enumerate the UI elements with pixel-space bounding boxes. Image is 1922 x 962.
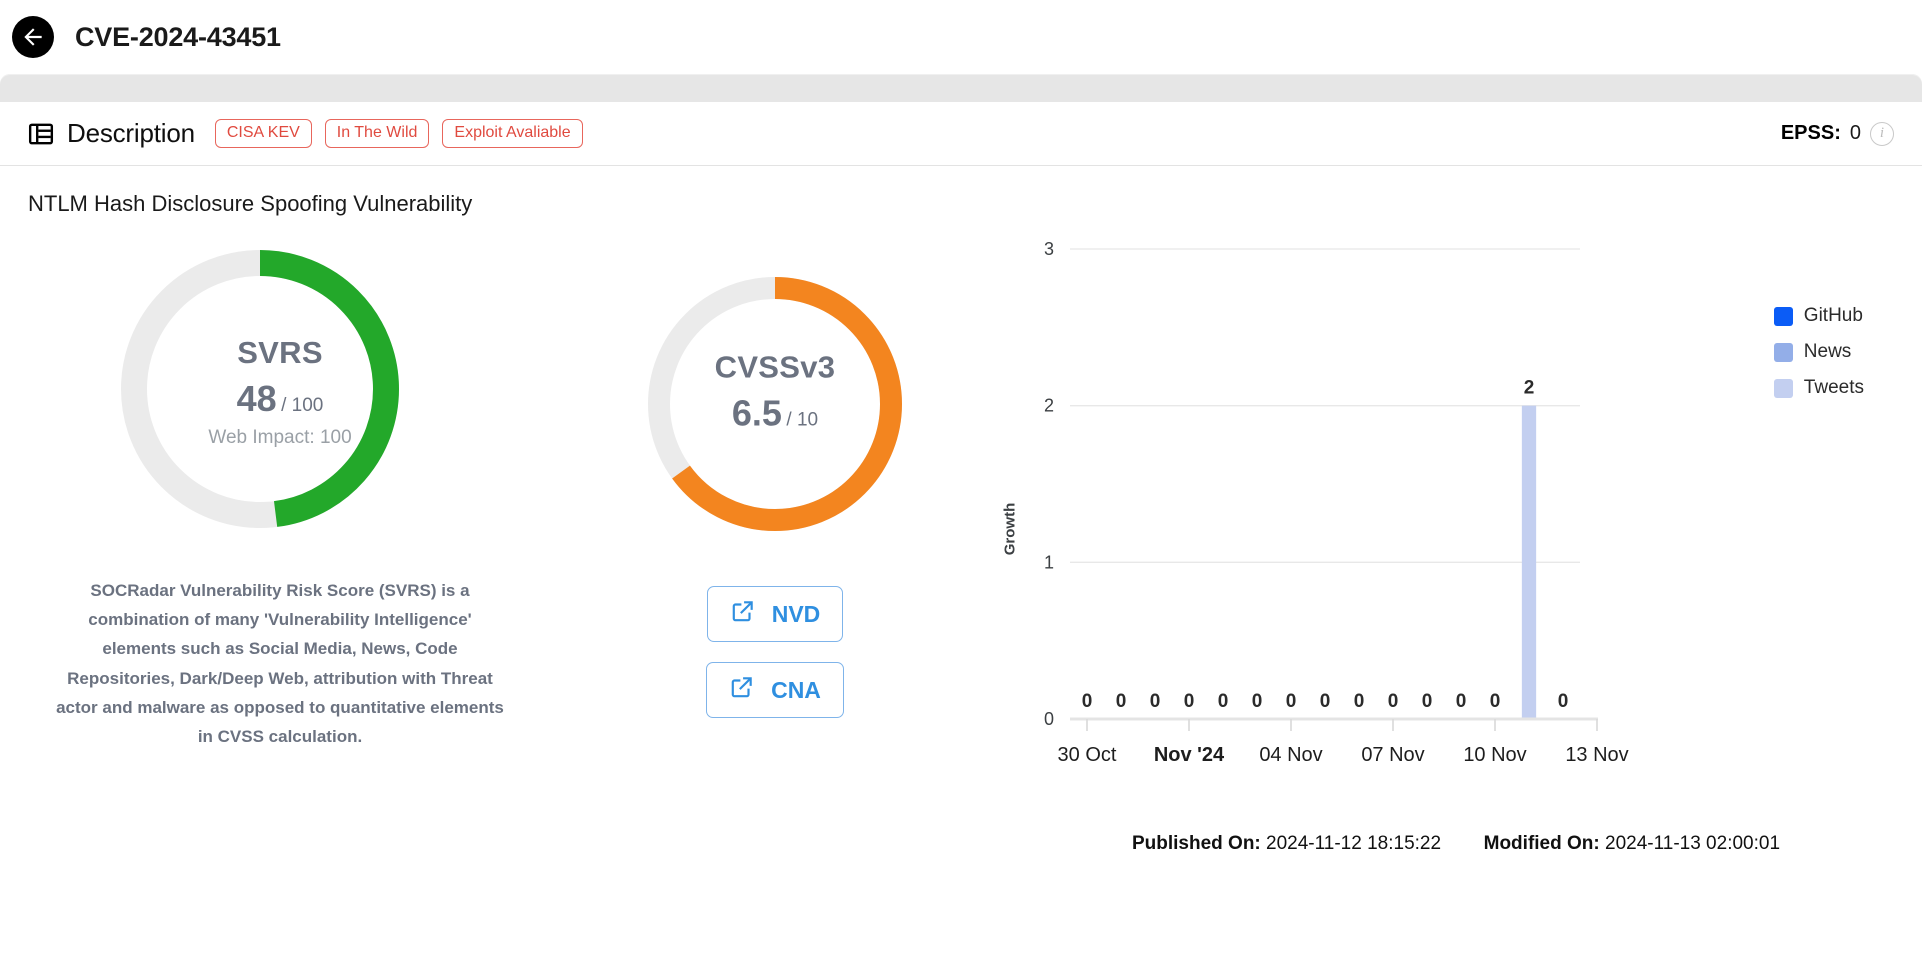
chart-footer-dates: Published On: 2024-11-12 18:15:22 Modifi… [990, 833, 1922, 855]
published-on-label: Published On: [1131, 833, 1261, 854]
svg-text:10 Nov: 10 Nov [1463, 744, 1526, 766]
content-body: SVRS 48 / 100 Web Impact: 100 SOCRadar V… [0, 217, 1922, 855]
legend-item-news[interactable]: News [1773, 341, 1864, 363]
svg-text:0: 0 [1388, 691, 1399, 712]
legend-label-tweets: Tweets [1803, 377, 1864, 398]
svg-text:1: 1 [1044, 552, 1054, 572]
svrs-panel: SVRS 48 / 100 Web Impact: 100 SOCRadar V… [0, 229, 560, 855]
svg-text:13 Nov: 13 Nov [1565, 744, 1628, 766]
chart-y-axis-title: Growth [1001, 502, 1019, 556]
svg-text:0: 0 [1184, 691, 1195, 712]
description-left-group: Description CISA KEV In The Wild Exploit… [28, 118, 583, 149]
svg-text:0: 0 [1218, 691, 1229, 712]
back-button[interactable] [12, 16, 54, 58]
external-link-icon [729, 674, 755, 706]
chart-legend: GitHub News Tweets [1773, 305, 1864, 399]
svrs-description: SOCRadar Vulnerability Risk Score (SVRS)… [56, 581, 504, 747]
chart-canvas[interactable]: 01230 0 0 0 0 0 0 0 0 0 0 0 02030 Oct Nov '24 04 Nov 07… [990, 229, 1890, 789]
cna-link-label: CNA [771, 676, 821, 703]
page-header: CVE-2024-43451 [0, 0, 1922, 74]
svg-text:0: 0 [1422, 691, 1433, 712]
nvd-link-label: NVD [771, 600, 821, 627]
svg-text:0: 0 [1490, 691, 1501, 712]
legend-swatch-tweets [1773, 378, 1793, 398]
arrow-left-icon [20, 24, 46, 50]
legend-swatch-github [1773, 306, 1793, 326]
description-bar: Description CISA KEV In The Wild Exploit… [0, 102, 1922, 166]
svrs-donut: SVRS 48 / 100 Web Impact: 100 [0, 229, 560, 554]
legend-label-github: GitHub [1803, 305, 1863, 326]
svg-text:3: 3 [1044, 239, 1054, 259]
badge-exploit-available[interactable]: Exploit Avaliable [442, 119, 583, 148]
svg-text:0: 0 [1286, 691, 1297, 712]
reference-link-group: NVD CNA [560, 586, 990, 718]
svg-text:0: 0 [1354, 691, 1365, 712]
svg-text:2: 2 [1044, 396, 1054, 416]
svg-text:0: 0 [1320, 691, 1331, 712]
svg-text:07 Nov: 07 Nov [1361, 744, 1424, 766]
svg-text:0: 0 [1456, 691, 1467, 712]
modified-on-value: 2024-11-13 02:00:01 [1605, 833, 1781, 854]
svg-text:0: 0 [1150, 691, 1161, 712]
badge-in-the-wild[interactable]: In The Wild [324, 119, 430, 148]
svg-text:0: 0 [1252, 691, 1263, 712]
svg-text:04 Nov: 04 Nov [1259, 744, 1322, 766]
svg-text:30 Oct: 30 Oct [1058, 744, 1117, 766]
cvss-panel: CVSSv3 6.5 / 10 NVD CNA [560, 229, 990, 855]
published-on-value: 2024-11-12 18:15:22 [1266, 833, 1442, 854]
epss-label: EPSS: [1780, 122, 1841, 144]
legend-item-github[interactable]: GitHub [1773, 305, 1864, 327]
tag-badge-group: CISA KEV In The Wild Exploit Avaliable [214, 119, 583, 148]
nvd-link-button[interactable]: NVD [706, 586, 844, 642]
legend-label-news: News [1803, 341, 1852, 362]
epss-group: EPSS: 0 i [1780, 121, 1894, 146]
svg-text:2: 2 [1524, 378, 1535, 399]
vulnerability-summary: NTLM Hash Disclosure Spoofing Vulnerabil… [28, 191, 473, 216]
section-divider-band [0, 74, 1922, 102]
growth-chart-panel: Growth 0 1 2 3 0 0 0 0 0 0 0 0 0 0 0 0 0 2 0 30 Oct Nov '24 0… [990, 229, 1922, 855]
legend-item-tweets[interactable]: Tweets [1773, 377, 1864, 399]
page-title: CVE-2024-43451 [75, 21, 281, 52]
svg-text:0: 0 [1082, 691, 1093, 712]
list-table-icon [28, 121, 54, 147]
epss-value: 0 [1849, 122, 1861, 144]
modified-on-label: Modified On: [1483, 833, 1600, 854]
external-link-icon [730, 598, 756, 630]
cna-link-button[interactable]: CNA [706, 662, 844, 718]
cvss-donut: CVSSv3 6.5 / 10 [560, 229, 990, 554]
description-label: Description [67, 118, 195, 148]
svg-text:0: 0 [1558, 691, 1569, 712]
growth-chart[interactable]: Growth 0 1 2 3 0 0 0 0 0 0 0 0 0 0 0 0 0 2 0 30 Oct Nov '24 0… [990, 229, 1922, 829]
legend-swatch-news [1773, 342, 1793, 362]
info-icon[interactable]: i [1870, 121, 1894, 146]
svg-text:Nov '24: Nov '24 [1154, 744, 1225, 766]
svg-text:0: 0 [1116, 691, 1127, 712]
svg-text:0: 0 [1044, 709, 1054, 729]
badge-cisa-kev[interactable]: CISA KEV [214, 119, 312, 148]
